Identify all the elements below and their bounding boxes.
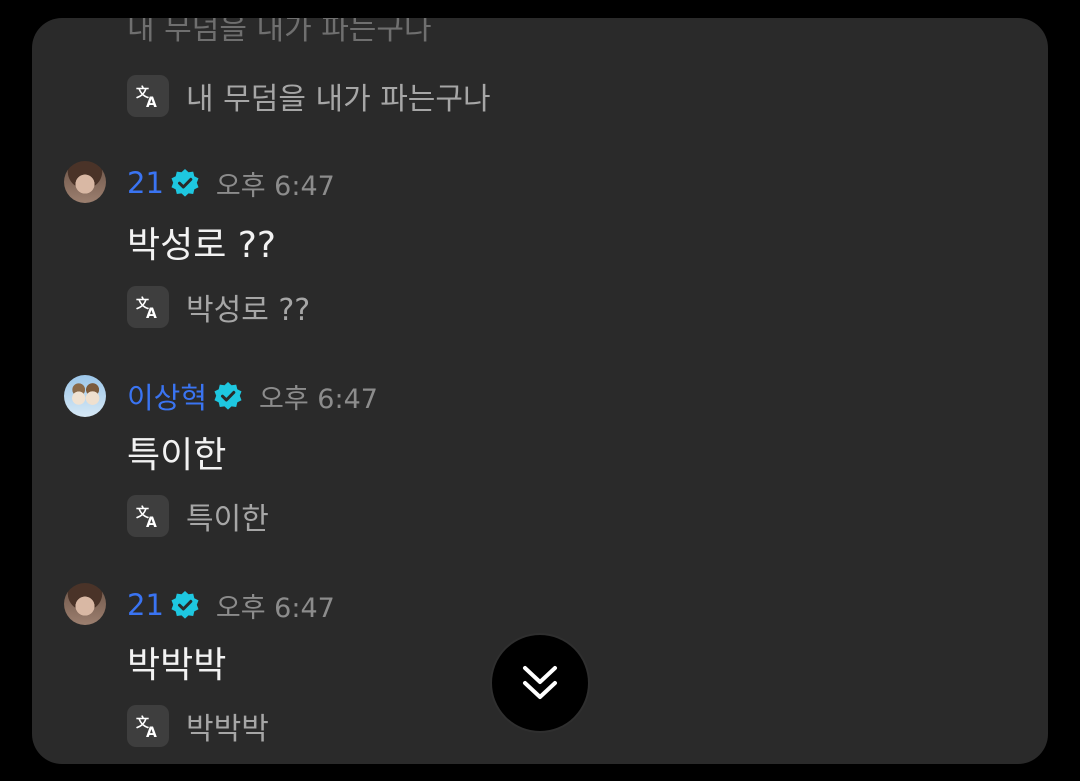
scroll-to-bottom-button[interactable]: [490, 633, 590, 733]
message-header: 21 오후 6:47: [127, 165, 335, 202]
avatar[interactable]: [64, 161, 106, 203]
timestamp: 오후 6:47: [259, 383, 378, 415]
translation-row: 文 A 특이한: [127, 495, 269, 537]
translate-icon[interactable]: 文 A: [127, 75, 169, 117]
translation-text: 박성로 ??: [186, 293, 311, 328]
translate-icon[interactable]: 文 A: [127, 286, 169, 328]
message-text: 박박박: [127, 645, 227, 686]
translate-icon[interactable]: 文 A: [127, 705, 169, 747]
verified-badge-icon: [171, 169, 199, 197]
timestamp: 오후 6:47: [215, 170, 335, 202]
chat-panel: 내 무덤을 내가 파는구나 文 A 내 무덤을 내가 파는구나 21 오후 6:…: [32, 18, 1048, 764]
translate-icon[interactable]: 文 A: [127, 495, 169, 537]
timestamp: 오후 6:47: [215, 592, 335, 624]
avatar[interactable]: [64, 583, 106, 625]
username[interactable]: 이상혁: [127, 375, 207, 417]
message-text: 특이한: [127, 435, 227, 476]
double-chevron-down-icon: [523, 666, 557, 699]
translation-text: 박박박: [186, 712, 269, 747]
username[interactable]: 21: [127, 166, 164, 200]
message-header: 21 오후 6:47: [127, 587, 335, 624]
svg-text:A: A: [146, 725, 157, 740]
translation-row: 文 A 박박박: [127, 705, 269, 747]
svg-text:A: A: [146, 95, 157, 110]
message-text: 박성로 ??: [127, 225, 277, 266]
verified-badge-icon: [171, 591, 199, 619]
verified-badge-icon: [214, 382, 242, 410]
svg-text:A: A: [146, 515, 157, 530]
previous-message-text: 내 무덤을 내가 파는구나: [127, 18, 432, 47]
translation-text: 내 무덤을 내가 파는구나: [186, 82, 491, 117]
translation-row: 文 A 박성로 ??: [127, 286, 310, 328]
username[interactable]: 21: [127, 588, 164, 622]
svg-text:A: A: [146, 306, 157, 321]
message-header: 이상혁 오후 6:47: [127, 375, 378, 417]
translation-text: 특이한: [186, 502, 269, 537]
avatar[interactable]: [64, 375, 106, 417]
translation-row: 文 A 내 무덤을 내가 파는구나: [127, 75, 491, 117]
